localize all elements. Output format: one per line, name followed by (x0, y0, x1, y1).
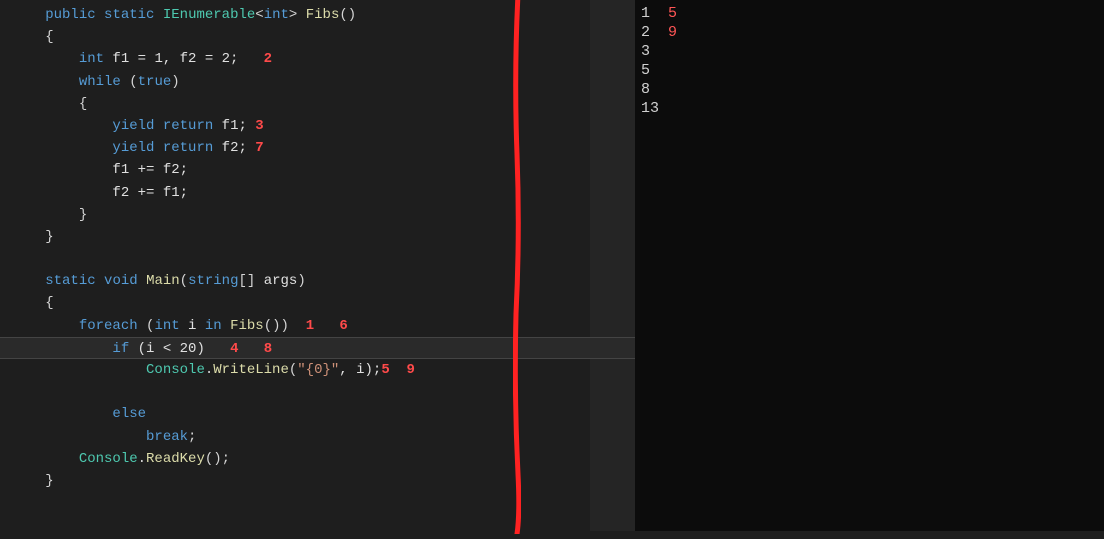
code-line[interactable]: static void Main(string[] args) (20, 270, 635, 292)
code-editor-panel[interactable]: public static IEnumerable<int> Fibs() { … (0, 0, 635, 531)
code-line[interactable]: foreach (int i in Fibs()) 1 6 (20, 315, 635, 337)
step-annotation: 5 (668, 5, 677, 22)
code-line[interactable]: int f1 = 1, f2 = 2; 2 (20, 48, 635, 70)
code-line[interactable]: yield return f1; 3 (20, 115, 635, 137)
step-annotation: 4 (230, 341, 238, 357)
editor-container: public static IEnumerable<int> Fibs() { … (0, 0, 1104, 531)
code-line[interactable]: } (20, 470, 635, 492)
code-line[interactable]: else (20, 403, 635, 425)
output-line: 1 5 (641, 4, 1104, 23)
code-line[interactable]: { (20, 26, 635, 48)
code-line[interactable]: { (20, 292, 635, 314)
step-annotation: 1 (306, 318, 314, 334)
code-line[interactable]: } (20, 226, 635, 248)
step-annotation: 3 (255, 118, 263, 134)
step-annotation: 9 (668, 24, 677, 41)
code-line[interactable] (20, 248, 635, 270)
step-annotation: 6 (339, 318, 347, 334)
output-line: 3 (641, 42, 1104, 61)
code-line[interactable]: Console.WriteLine("{0}", i);5 9 (20, 359, 635, 381)
step-annotation: 5 (381, 362, 389, 378)
code-line[interactable]: } (20, 204, 635, 226)
code-line[interactable]: f1 += f2; (20, 159, 635, 181)
code-line-current[interactable]: if (i < 20) 4 8 (0, 337, 635, 359)
step-annotation: 7 (255, 140, 263, 156)
step-annotation: 9 (407, 362, 415, 378)
step-annotation: 2 (264, 51, 272, 67)
output-line: 5 (641, 61, 1104, 80)
code-line[interactable]: while (true) (20, 71, 635, 93)
output-line: 13 (641, 99, 1104, 118)
output-line: 8 (641, 80, 1104, 99)
code-line[interactable]: yield return f2; 7 (20, 137, 635, 159)
code-line[interactable] (20, 381, 635, 403)
code-line[interactable]: Console.ReadKey(); (20, 448, 635, 470)
output-line: 2 9 (641, 23, 1104, 42)
console-output-panel[interactable]: 1 5 2 9 3 5 8 13 (635, 0, 1104, 531)
code-line[interactable]: break; (20, 426, 635, 448)
step-annotation: 8 (264, 341, 272, 357)
code-line[interactable]: public static IEnumerable<int> Fibs() (20, 4, 635, 26)
code-line[interactable]: { (20, 93, 635, 115)
code-line[interactable]: f2 += f1; (20, 182, 635, 204)
